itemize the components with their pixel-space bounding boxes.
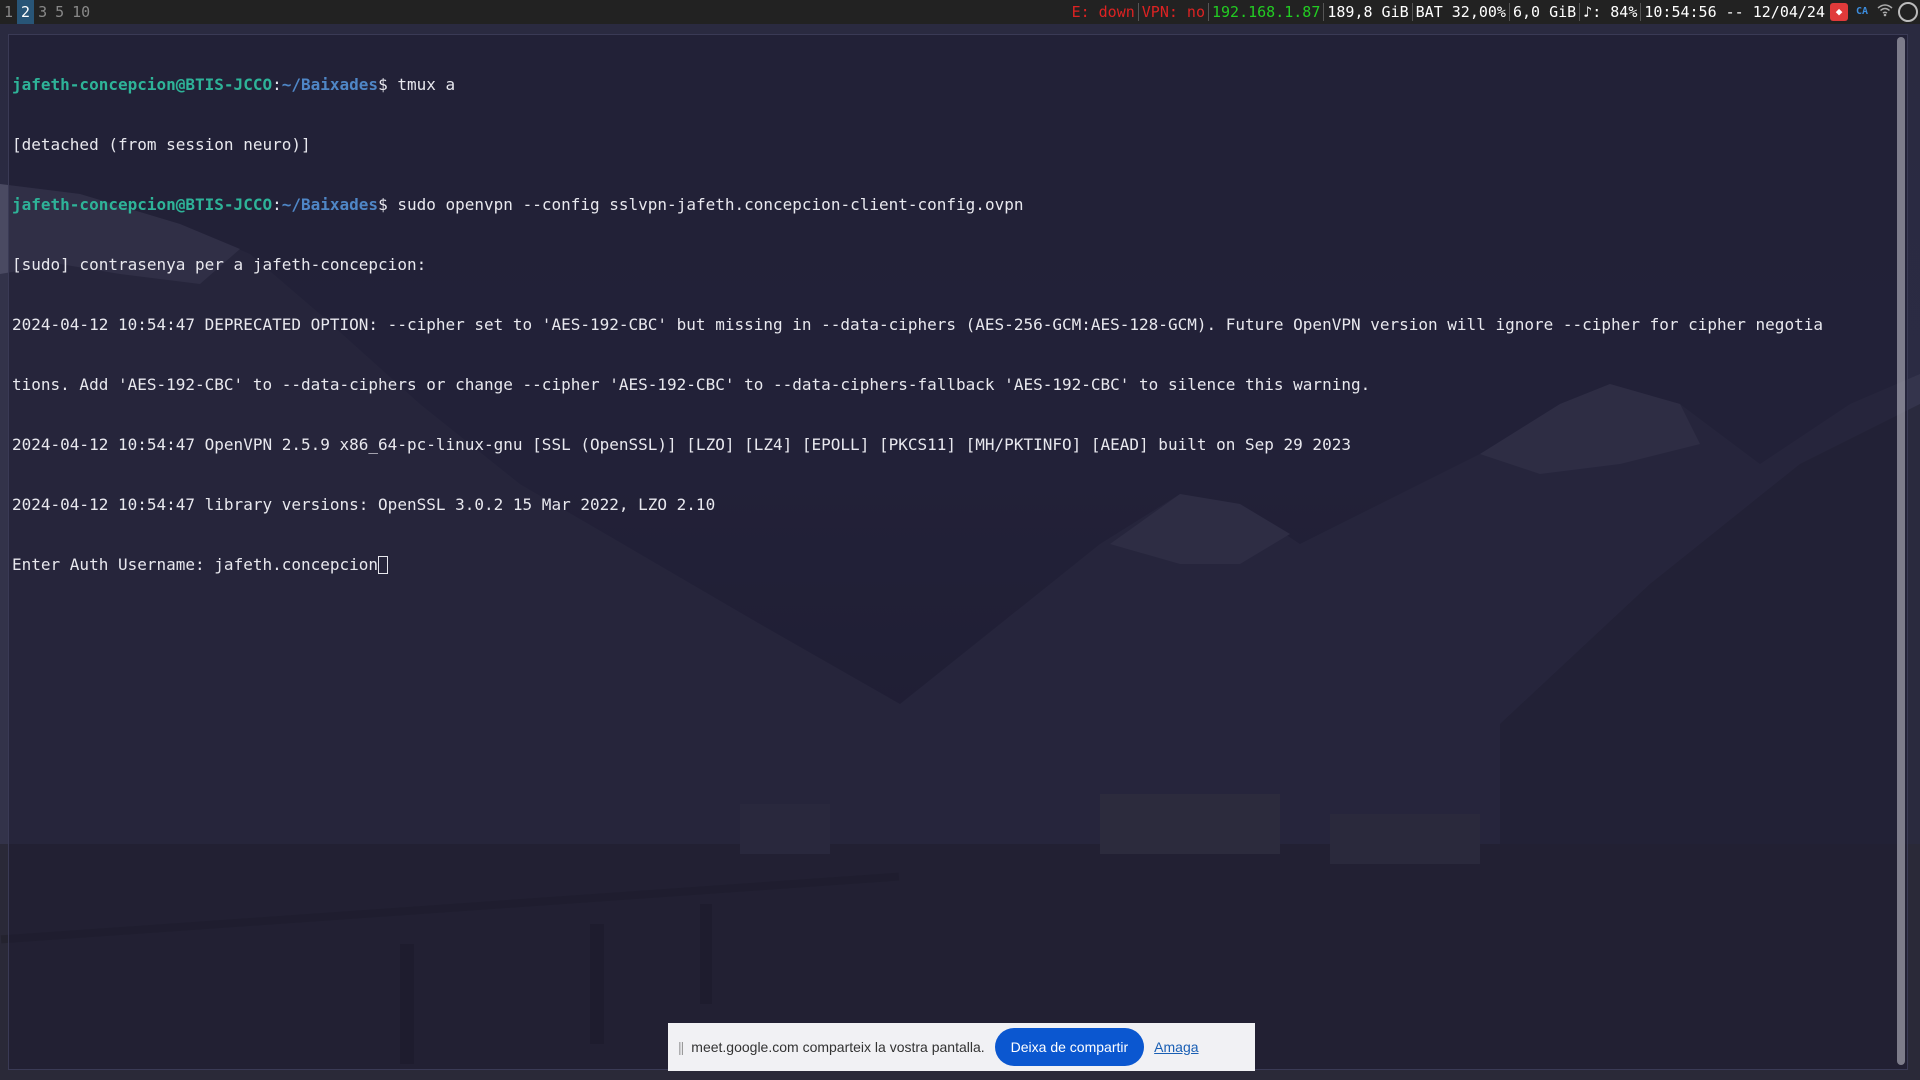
workspace-switcher: 1 2 3 5 10 [0, 0, 94, 24]
terminal-line: tions. Add 'AES-192-CBC' to --data-ciphe… [12, 375, 1371, 394]
terminal-line: Enter Auth Username: jafeth.concepcion [12, 555, 1892, 575]
anydesk-icon[interactable]: ◆ [1830, 3, 1848, 21]
prompt-user: jafeth-concepcion@BTIS-JCCO [12, 75, 273, 94]
status-blocks: E: down VPN: no 192.168.1.87 189,8 GiB B… [1069, 0, 1920, 24]
terminal-line: 2024-04-12 10:54:47 DEPRECATED OPTION: -… [12, 315, 1823, 334]
terminal-output: jafeth-concepcion@BTIS-JCCO:~/Baixades$ … [12, 35, 1892, 615]
prompt-user: jafeth-concepcion@BTIS-JCCO [12, 195, 273, 214]
ip-address: 192.168.1.87 [1209, 3, 1325, 21]
workspace-10[interactable]: 10 [68, 0, 94, 24]
ethernet-status: E: down [1069, 3, 1139, 21]
terminal-window[interactable]: jafeth-concepcion@BTIS-JCCO:~/Baixades$ … [8, 34, 1908, 1070]
workspace-5[interactable]: 5 [51, 0, 68, 24]
stop-sharing-button[interactable]: Deixa de compartir [994, 1028, 1145, 1066]
terminal-cursor [378, 556, 389, 574]
clock: 10:54:56 -- 12/04/24 [1644, 3, 1825, 21]
disk-free: 189,8 GiB [1324, 3, 1413, 21]
prompt-path: ~/Baixades [281, 195, 379, 214]
auth-username-input[interactable]: jafeth.concepcion [214, 555, 378, 574]
prompt-separator: : [272, 195, 282, 214]
auth-prompt: Enter Auth Username: [12, 555, 215, 574]
screen-share-notification: || meet.google.com comparteix la vostra … [668, 1023, 1255, 1071]
workspace-1[interactable]: 1 [0, 0, 17, 24]
command-text: tmux a [387, 75, 456, 94]
terminal-line: 2024-04-12 10:54:47 library versions: Op… [12, 495, 716, 514]
keyboard-layout-indicator[interactable]: CA [1852, 3, 1872, 21]
terminal-line: [detached (from session neuro)] [12, 135, 311, 154]
terminal-scrollbar[interactable] [1897, 37, 1905, 1065]
battery-status: BAT 32,00% [1413, 3, 1510, 21]
prompt-path: ~/Baixades [281, 75, 379, 94]
top-status-bar: 1 2 3 5 10 E: down VPN: no 192.168.1.87 … [0, 0, 1920, 24]
command-text: sudo openvpn --config sslvpn-jafeth.conc… [387, 195, 1024, 214]
prompt-separator: : [272, 75, 282, 94]
hide-link[interactable]: Amaga [1154, 1039, 1198, 1055]
prompt-symbol: $ [378, 195, 388, 214]
vpn-status: VPN: no [1139, 3, 1209, 21]
share-message: meet.google.com comparteix la vostra pan… [691, 1039, 985, 1055]
workspace-2[interactable]: 2 [17, 0, 35, 24]
terminal-line: 2024-04-12 10:54:47 OpenVPN 2.5.9 x86_64… [12, 435, 1351, 454]
memory-status: 6,0 GiB [1510, 3, 1581, 21]
terminal-line: jafeth-concepcion@BTIS-JCCO:~/Baixades$ … [12, 75, 1892, 95]
drag-handle-icon[interactable]: || [678, 1039, 684, 1055]
terminal-line: [sudo] contrasenya per a jafeth-concepci… [12, 255, 427, 274]
globe-icon[interactable] [1898, 2, 1918, 22]
terminal-line: jafeth-concepcion@BTIS-JCCO:~/Baixades$ … [12, 195, 1892, 215]
prompt-symbol: $ [378, 75, 388, 94]
volume-status: ♪: 84% [1580, 3, 1642, 21]
workspace-3[interactable]: 3 [34, 0, 51, 24]
wifi-icon[interactable] [1876, 3, 1894, 21]
